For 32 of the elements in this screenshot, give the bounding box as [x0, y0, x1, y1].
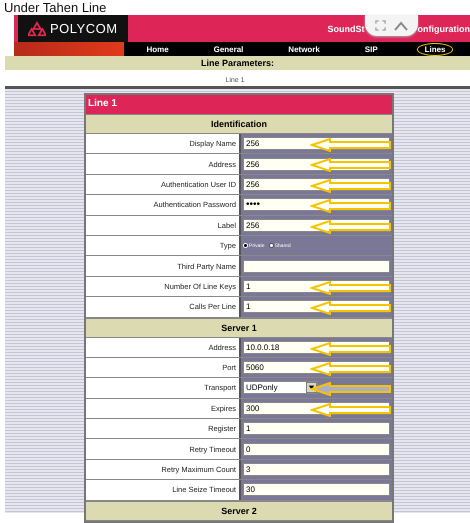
section-header: Server 1 [86, 318, 392, 338]
input-field[interactable]: 30 [243, 483, 390, 496]
triangles-logo-icon [28, 20, 46, 36]
logo-text: POLYCOM [50, 21, 118, 36]
panel-title: Line 1 [86, 95, 392, 114]
input-field[interactable]: 3 [243, 463, 390, 476]
input-field[interactable]: 300 [243, 402, 390, 415]
nav-link[interactable]: Home [140, 44, 175, 54]
input-field[interactable]: 1 [243, 300, 390, 314]
nav-link[interactable]: General [208, 44, 250, 54]
input-field[interactable]: 256 [243, 218, 390, 232]
app-title: SoundSt [328, 24, 364, 34]
input-field[interactable]: 10.0.0.18 [243, 340, 390, 354]
nav-link[interactable]: SIP [358, 44, 384, 54]
input-field[interactable]: 0 [243, 442, 390, 456]
input-field[interactable]: 256 [243, 178, 390, 191]
page-title: Line Parameters: [5, 56, 470, 70]
nav-link[interactable]: Network [282, 44, 326, 54]
caption-text: Under Tahen Line [3, 0, 108, 15]
section-header: Server 2 [86, 500, 392, 521]
input-field[interactable] [243, 260, 390, 273]
input-field[interactable]: 256 [243, 137, 390, 150]
transport-dropdown[interactable]: UDPonly [243, 381, 318, 394]
section-header: Identification [86, 114, 392, 134]
input-field[interactable]: 256 [243, 158, 390, 171]
input-field[interactable]: •••• [243, 198, 390, 212]
fullscreen-icon[interactable] [374, 20, 386, 31]
input-field[interactable]: 1 [243, 280, 390, 293]
input-field[interactable]: 5060 [243, 361, 390, 374]
input-field[interactable]: 1 [243, 422, 390, 436]
app-title: onfiguration [418, 24, 470, 34]
caret-up-icon[interactable] [394, 20, 408, 30]
